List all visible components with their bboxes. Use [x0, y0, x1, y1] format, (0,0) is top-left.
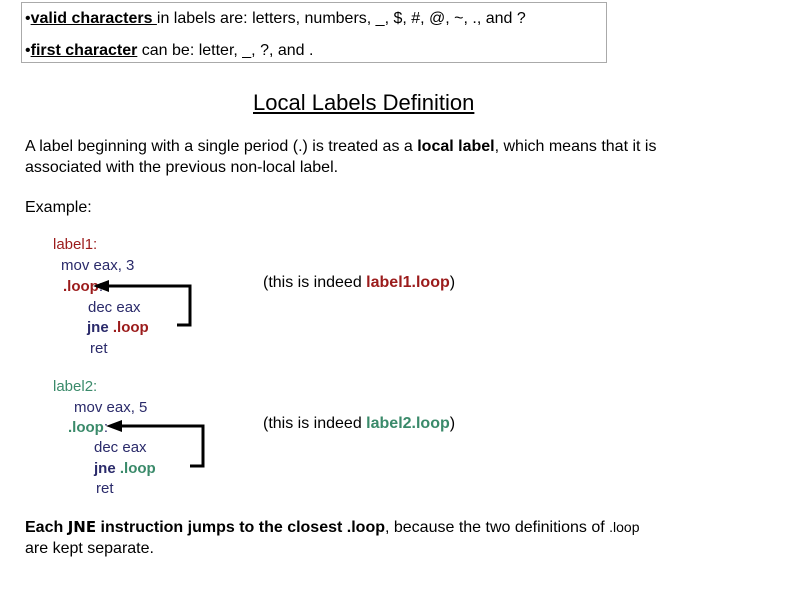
footer-loop: .loop	[609, 519, 640, 535]
slide: •valid characters in labels are: letters…	[0, 0, 794, 595]
footer-bold: instruction jumps to the closest .loop	[96, 519, 385, 536]
arrow-2	[120, 424, 205, 468]
jump-arrows	[93, 280, 205, 468]
arrow-1-head	[93, 280, 109, 292]
footer-text-rest: , because the two definitions of	[384, 519, 610, 536]
footer-jne: JNE	[67, 518, 97, 536]
footer-text: Each JNE instruction jumps to the closes…	[25, 517, 639, 559]
footer-bold: Each	[25, 519, 68, 536]
arrow-2-head	[106, 420, 122, 432]
footer-line2: are kept separate.	[25, 540, 154, 557]
arrow-1	[108, 284, 192, 327]
